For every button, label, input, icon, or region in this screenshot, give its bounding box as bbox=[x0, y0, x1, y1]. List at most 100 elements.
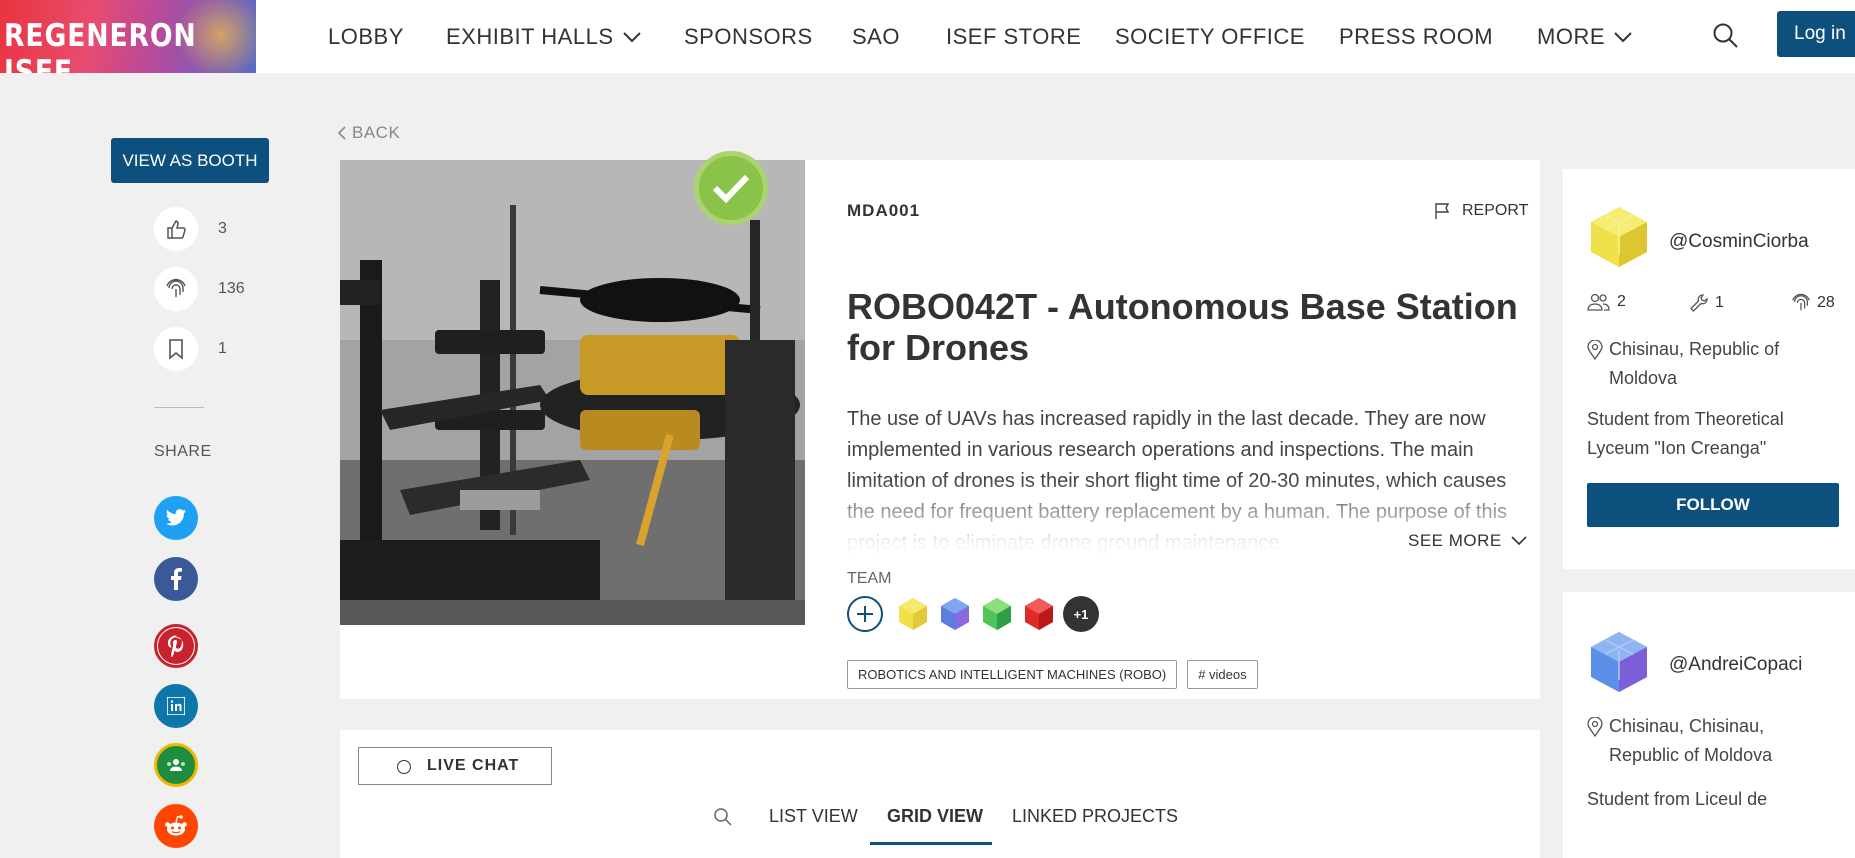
team-avatar[interactable] bbox=[895, 596, 931, 632]
facebook-share-button[interactable] bbox=[154, 557, 198, 601]
nav-label: ISEF STORE bbox=[946, 24, 1082, 49]
login-button[interactable]: Log in bbox=[1777, 11, 1855, 57]
fingerprint-icon bbox=[1792, 293, 1810, 311]
like-stat: 3 bbox=[154, 207, 254, 251]
profile-card: @AndreiCopaci Chisinau, Chisinau, Republ… bbox=[1563, 592, 1855, 858]
nav-sponsors[interactable]: SPONSORS bbox=[684, 24, 813, 50]
nav-isef-store[interactable]: ISEF STORE bbox=[946, 24, 1081, 50]
nav-more[interactable]: MORE bbox=[1537, 24, 1633, 50]
chevron-down-icon bbox=[1511, 536, 1527, 546]
active-tab-indicator bbox=[870, 842, 992, 845]
add-team-member-button[interactable] bbox=[847, 596, 883, 632]
tab-list-view[interactable]: LIST VIEW bbox=[769, 806, 858, 827]
reddit-icon bbox=[165, 815, 187, 836]
nav-society-office[interactable]: SOCIETY OFFICE bbox=[1115, 24, 1305, 50]
search-button[interactable] bbox=[1712, 22, 1740, 50]
bookmark-count: 1 bbox=[218, 340, 227, 357]
top-header: REGENERON ISEF LOBBY EXHIBIT HALLS SPONS… bbox=[0, 0, 1855, 73]
see-more-label: SEE MORE bbox=[1408, 531, 1502, 550]
views-count: 28 bbox=[1817, 294, 1835, 311]
views-stat: 28 bbox=[1791, 293, 1835, 313]
view-as-booth-button[interactable]: VIEW AS BOOTH bbox=[111, 138, 269, 183]
google-classroom-icon bbox=[167, 759, 185, 771]
pinterest-share-button[interactable] bbox=[154, 624, 198, 668]
search-icon bbox=[1713, 23, 1738, 48]
nav-label: SPONSORS bbox=[684, 24, 813, 49]
reddit-share-button[interactable] bbox=[154, 804, 198, 848]
project-tags: ROBOTICS AND INTELLIGENT MACHINES (ROBO)… bbox=[847, 660, 1268, 689]
profile-username[interactable]: @CosminCiorba bbox=[1669, 231, 1809, 253]
bookmark-stat: 1 bbox=[154, 327, 254, 371]
google-classroom-share-button[interactable] bbox=[154, 743, 198, 787]
project-title: ROBO042T - Autonomous Base Station for D… bbox=[847, 286, 1518, 368]
nav-label: MORE bbox=[1537, 24, 1605, 49]
nav-label: LOBBY bbox=[328, 24, 404, 49]
user-avatar[interactable] bbox=[1587, 630, 1651, 694]
team-label: TEAM bbox=[847, 570, 892, 587]
flag-icon bbox=[1435, 203, 1450, 219]
follow-button[interactable]: FOLLOW bbox=[1587, 483, 1839, 527]
team-avatar[interactable] bbox=[937, 596, 973, 632]
back-link[interactable]: BACK bbox=[338, 123, 400, 143]
see-more-button[interactable]: SEE MORE bbox=[1398, 531, 1527, 551]
twitter-share-button[interactable] bbox=[154, 496, 198, 540]
views-indicator bbox=[154, 267, 198, 311]
project-code: MDA001 bbox=[847, 201, 921, 220]
nav-sao[interactable]: SAO bbox=[852, 24, 900, 50]
more-team-members-badge[interactable]: +1 bbox=[1063, 596, 1099, 632]
fingerprint-icon bbox=[166, 278, 186, 297]
nav-lobby[interactable]: LOBBY bbox=[328, 24, 404, 50]
tab-linked-projects[interactable]: LINKED PROJECTS bbox=[1012, 806, 1178, 827]
chevron-down-icon bbox=[1614, 32, 1632, 43]
team-avatar[interactable] bbox=[1021, 596, 1057, 632]
pinterest-icon bbox=[157, 627, 195, 665]
location-text: Chisinau, Chisinau, Republic of Moldova bbox=[1609, 716, 1773, 765]
team-avatar[interactable] bbox=[979, 596, 1015, 632]
like-button[interactable] bbox=[154, 207, 198, 251]
thumbs-up-icon bbox=[167, 220, 186, 239]
location-pin-icon bbox=[1587, 717, 1603, 737]
live-chat-label: LIVE CHAT bbox=[427, 757, 520, 774]
chevron-left-icon bbox=[338, 126, 346, 140]
nav-label: EXHIBIT HALLS bbox=[446, 24, 614, 49]
hashtag-tag[interactable]: # videos bbox=[1187, 660, 1258, 689]
bookmark-button[interactable] bbox=[154, 327, 198, 371]
search-icon[interactable] bbox=[713, 807, 733, 827]
user-avatar[interactable] bbox=[1587, 205, 1651, 269]
location-text: Chisinau, Republic of Moldova bbox=[1609, 339, 1780, 388]
profile-username[interactable]: @AndreiCopaci bbox=[1669, 654, 1802, 676]
facebook-icon bbox=[171, 568, 182, 590]
live-chat-button[interactable]: LIVE CHAT bbox=[358, 747, 552, 785]
tab-grid-view[interactable]: GRID VIEW bbox=[887, 806, 983, 827]
wrench-icon bbox=[1690, 294, 1708, 312]
project-card: MDA001 REPORT ROBO042T - Autonomous Base… bbox=[340, 151, 1540, 699]
plus-icon bbox=[857, 606, 873, 622]
category-tag[interactable]: ROBOTICS AND INTELLIGENT MACHINES (ROBO) bbox=[847, 660, 1178, 689]
profile-location: Chisinau, Republic of Moldova bbox=[1587, 335, 1837, 393]
report-button[interactable]: REPORT bbox=[1434, 202, 1528, 220]
followers-stat: 2 bbox=[1587, 293, 1626, 311]
users-icon bbox=[1587, 293, 1610, 311]
nav-exhibit-halls[interactable]: EXHIBIT HALLS bbox=[446, 24, 642, 50]
profile-school: Student from Theoretical Lyceum "Ion Cre… bbox=[1587, 409, 1784, 458]
projects-count: 1 bbox=[1715, 294, 1724, 311]
view-count: 136 bbox=[218, 280, 245, 297]
nav-press-room[interactable]: PRESS ROOM bbox=[1339, 24, 1493, 50]
followers-count: 2 bbox=[1617, 293, 1626, 310]
view-stat: 136 bbox=[154, 267, 254, 311]
project-image[interactable] bbox=[340, 160, 805, 625]
site-logo[interactable]: REGENERON ISEF bbox=[0, 0, 256, 73]
logo-text: REGENERON ISEF bbox=[4, 18, 197, 73]
linkedin-icon bbox=[167, 697, 185, 715]
twitter-icon bbox=[165, 509, 187, 526]
project-photo-illustration bbox=[340, 160, 805, 625]
bookmark-icon bbox=[169, 339, 183, 360]
team-members: +1 bbox=[847, 596, 1099, 632]
projects-stat: 1 bbox=[1689, 293, 1724, 313]
location-pin-icon bbox=[1587, 340, 1603, 360]
project-content-panel: LIVE CHAT LIST VIEW GRID VIEW LINKED PRO… bbox=[340, 730, 1540, 858]
approved-badge bbox=[694, 151, 768, 225]
profile-location: Chisinau, Chisinau, Republic of Moldova bbox=[1587, 712, 1837, 770]
like-count: 3 bbox=[218, 220, 227, 237]
linkedin-share-button[interactable] bbox=[154, 684, 198, 728]
